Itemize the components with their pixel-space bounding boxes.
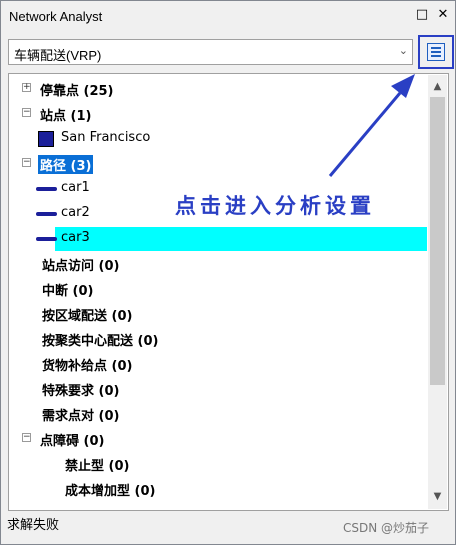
annotation-arrow [328,74,415,177]
annotation-text: 点击进入分析设置 [175,194,375,218]
watermark: CSDN @炒茄子 [343,521,430,535]
